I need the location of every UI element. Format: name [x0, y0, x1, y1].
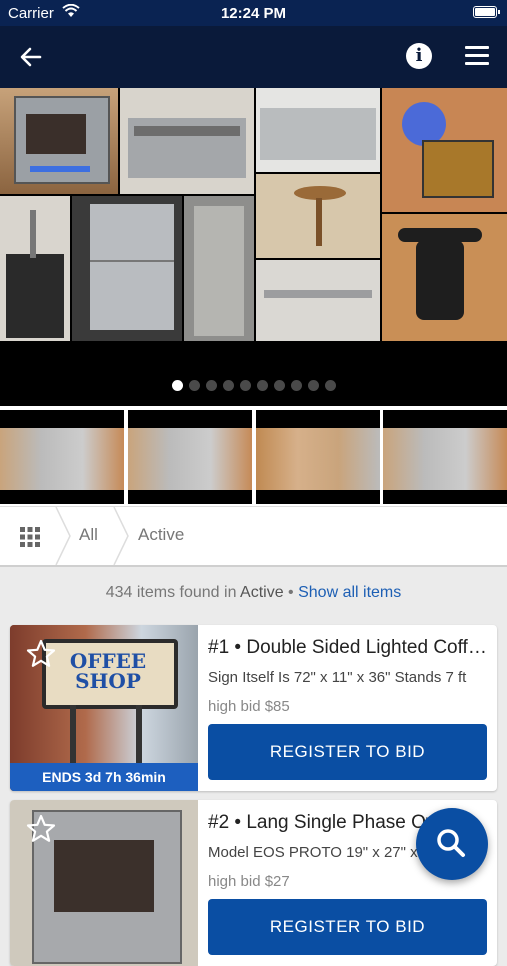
register-to-bid-button[interactable]: REGISTER TO BID [208, 724, 487, 780]
carousel-dot[interactable] [171, 380, 183, 391]
lot-description: Sign Itself Is 72" x 11" x 36" Stands 7 … [208, 669, 467, 686]
results-filter: Active [240, 584, 284, 601]
lot-collage-image [0, 88, 507, 341]
back-arrow-icon[interactable] [18, 44, 44, 70]
tab-divider [113, 507, 129, 565]
thumbnail-1[interactable] [0, 410, 124, 504]
carousel-dot[interactable] [273, 380, 285, 391]
info-icon[interactable]: i [406, 43, 432, 69]
time-remaining-badge: ENDS 3d 7h 36min [10, 763, 198, 791]
lot-title[interactable]: #1 • Double Sided Lighted Coffee Shop Si… [208, 637, 488, 659]
star-icon[interactable] [26, 639, 56, 669]
carousel-dot[interactable] [290, 380, 302, 391]
image-carousel[interactable] [0, 88, 507, 406]
star-icon[interactable] [26, 814, 56, 844]
carousel-dot[interactable] [324, 380, 336, 391]
carousel-dot[interactable] [307, 380, 319, 391]
results-summary: 434 items found in Active • Show all ite… [0, 584, 507, 602]
tab-divider [55, 507, 71, 565]
tab-active[interactable]: Active [138, 525, 184, 545]
thumbnail-3[interactable] [256, 410, 380, 504]
carousel-dot[interactable] [239, 380, 251, 391]
carousel-dot[interactable] [205, 380, 217, 391]
sign-lettering: OFFEE SHOP [69, 649, 147, 693]
register-to-bid-button[interactable]: REGISTER TO BID [208, 899, 487, 955]
results-count: 434 items found in [105, 584, 241, 601]
carousel-dot[interactable] [188, 380, 200, 391]
lot-card[interactable]: OFFEE SHOP ENDS 3d 7h 36min #1 • Double … [10, 625, 497, 791]
nav-bar: i [0, 26, 507, 88]
results-separator: • [283, 584, 299, 601]
thumbnail-2[interactable] [128, 410, 252, 504]
battery-icon [473, 6, 500, 18]
search-icon [437, 829, 465, 857]
high-bid: high bid $27 [208, 873, 290, 890]
thumbnail-strip [0, 406, 507, 506]
show-all-items-link[interactable]: Show all items [298, 584, 401, 601]
filter-tabs: All Active [0, 506, 507, 567]
carousel-dot[interactable] [222, 380, 234, 391]
thumbnail-4[interactable] [383, 410, 507, 504]
clock: 12:24 PM [220, 5, 287, 22]
tab-all[interactable]: All [79, 525, 98, 545]
grid-icon[interactable] [20, 527, 40, 547]
hamburger-menu-icon[interactable] [465, 46, 489, 66]
carousel-dot[interactable] [256, 380, 268, 391]
status-bar: Carrier 12:24 PM [0, 0, 507, 26]
search-button[interactable] [416, 808, 488, 880]
high-bid: high bid $85 [208, 698, 290, 715]
carousel-indicator [0, 378, 507, 396]
